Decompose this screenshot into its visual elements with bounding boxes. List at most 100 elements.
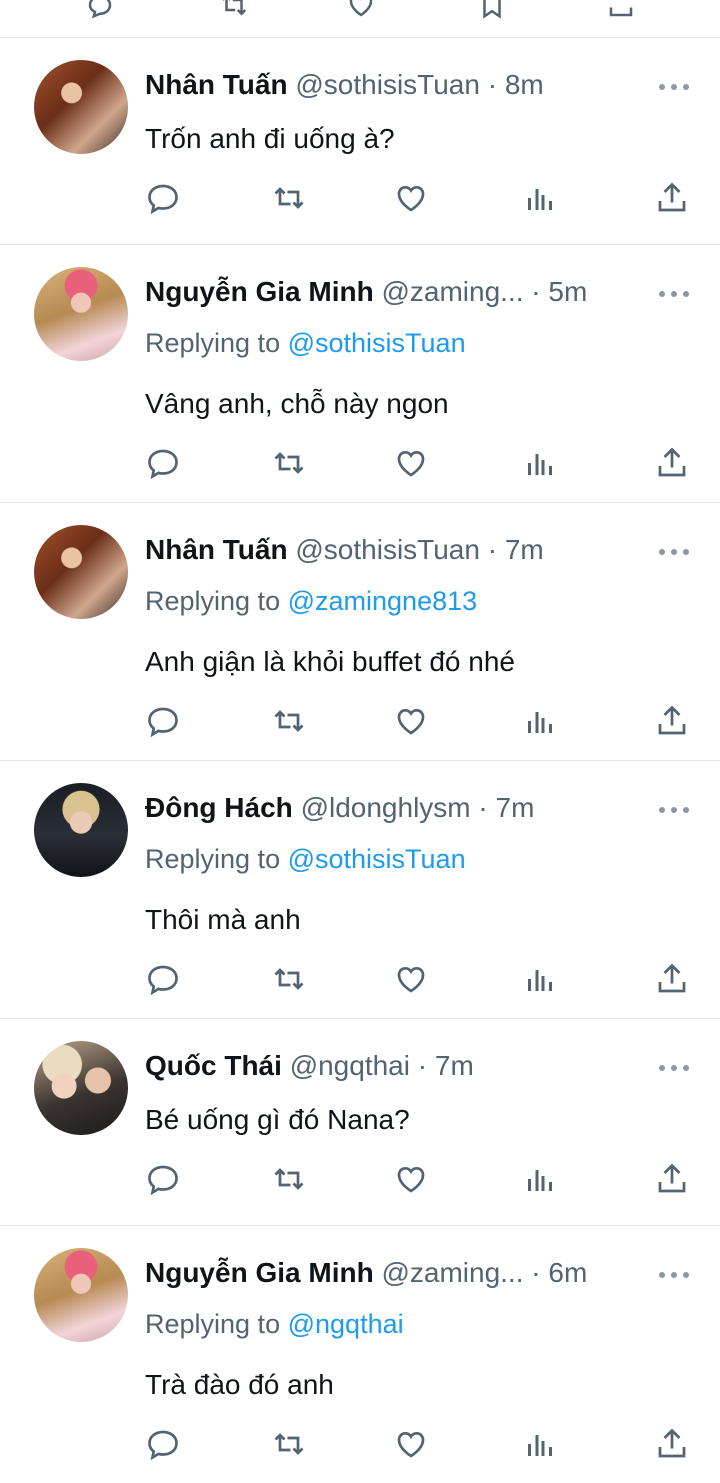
tweet-header: Nhân Tuấn @sothisisTuan · 8m	[145, 68, 544, 102]
more-icon[interactable]	[658, 806, 690, 814]
tweet-header: Nhân Tuấn @sothisisTuan · 7m	[145, 533, 544, 567]
share-icon	[658, 182, 686, 212]
more-icon[interactable]	[658, 290, 690, 298]
mention-link[interactable]: @sothisisTuan	[288, 328, 466, 358]
tweet-text: Bé uống gì đó Nana?	[145, 1104, 410, 1135]
share-icon	[658, 1163, 686, 1193]
analytics-button[interactable]	[522, 1161, 558, 1197]
display-name[interactable]: Đông Hách	[145, 792, 293, 823]
more-icon[interactable]	[658, 1271, 690, 1279]
tweet[interactable]: Đông Hách @ldonghlysm · 7m Replying to @…	[0, 761, 720, 1019]
display-name[interactable]: Nhân Tuấn	[145, 69, 288, 100]
tweet[interactable]: Nguyễn Gia Minh @zaming... · 5m Replying…	[0, 245, 720, 503]
comment-icon	[148, 1430, 178, 1461]
analytics-button[interactable]	[522, 445, 558, 481]
avatar[interactable]	[34, 60, 128, 154]
tweet[interactable]: Nhân Tuấn @sothisisTuan · 8m Trốn anh đi…	[0, 38, 720, 245]
retweet-button[interactable]	[271, 961, 307, 997]
analytics-button[interactable]	[522, 180, 558, 216]
handle[interactable]: @zaming...	[381, 1257, 523, 1288]
tweet-header: Nguyễn Gia Minh @zaming... · 6m	[145, 1256, 587, 1290]
tweet[interactable]: Nguyễn Gia Minh @zaming... · 6m Replying…	[0, 1226, 720, 1483]
avatar[interactable]	[34, 783, 128, 877]
retweet-button[interactable]	[271, 1426, 307, 1462]
share-button[interactable]	[654, 961, 690, 997]
retweet-icon	[274, 710, 304, 732]
avatar[interactable]	[34, 525, 128, 619]
dot-separator: ·	[531, 1257, 541, 1288]
handle[interactable]: @sothisisTuan	[295, 534, 480, 565]
reply-button[interactable]	[145, 961, 181, 997]
timestamp[interactable]: 6m	[548, 1257, 587, 1288]
retweet-button[interactable]	[271, 445, 307, 481]
display-name[interactable]: Nhân Tuấn	[145, 534, 288, 565]
reply-button[interactable]	[145, 703, 181, 739]
replying-to-label: Replying to	[145, 844, 281, 874]
share-icon[interactable]	[603, 0, 639, 20]
retweet-icon[interactable]	[216, 0, 252, 20]
comment-icon	[148, 184, 178, 215]
reply-button[interactable]	[145, 1426, 181, 1462]
retweet-button[interactable]	[271, 1161, 307, 1197]
comment-icon	[148, 449, 178, 480]
comment-icon	[148, 707, 178, 738]
timestamp[interactable]: 5m	[548, 276, 587, 307]
analytics-button[interactable]	[522, 1426, 558, 1462]
replying-to-label: Replying to	[145, 1309, 281, 1339]
share-button[interactable]	[654, 1426, 690, 1462]
mention-link[interactable]: @ngqthai	[288, 1309, 404, 1339]
analytics-button[interactable]	[522, 703, 558, 739]
previous-tweet-actions	[0, 0, 720, 38]
display-name[interactable]: Nguyễn Gia Minh	[145, 1257, 374, 1288]
more-icon[interactable]	[658, 548, 690, 556]
analytics-icon	[528, 712, 552, 733]
tweet-text: Thôi mà anh	[145, 904, 301, 935]
reply-button[interactable]	[145, 1161, 181, 1197]
like-button[interactable]	[393, 1161, 429, 1197]
avatar[interactable]	[34, 1248, 128, 1342]
tweet-header: Quốc Thái @ngqthai · 7m	[145, 1049, 474, 1083]
reply-button[interactable]	[145, 445, 181, 481]
handle[interactable]: @ldonghlysm	[301, 792, 471, 823]
retweet-button[interactable]	[271, 703, 307, 739]
timestamp[interactable]: 7m	[435, 1050, 474, 1081]
avatar[interactable]	[34, 267, 128, 361]
tweet[interactable]: Nhân Tuấn @sothisisTuan · 7m Replying to…	[0, 503, 720, 761]
like-button[interactable]	[393, 961, 429, 997]
display-name[interactable]: Quốc Thái	[145, 1050, 282, 1081]
reply-button[interactable]	[145, 180, 181, 216]
timestamp[interactable]: 7m	[496, 792, 535, 823]
retweet-button[interactable]	[271, 180, 307, 216]
mention-link[interactable]: @sothisisTuan	[288, 844, 466, 874]
comment-icon[interactable]	[85, 0, 115, 20]
avatar[interactable]	[34, 1041, 128, 1135]
more-icon[interactable]	[658, 83, 690, 91]
analytics-button[interactable]	[522, 961, 558, 997]
replying-to: Replying to @zamingne813	[145, 585, 477, 617]
share-button[interactable]	[654, 445, 690, 481]
like-button[interactable]	[393, 703, 429, 739]
share-icon	[658, 1428, 686, 1458]
tweet[interactable]: Quốc Thái @ngqthai · 7m Bé uống gì đó Na…	[0, 1019, 720, 1226]
handle[interactable]: @ngqthai	[290, 1050, 410, 1081]
like-button[interactable]	[393, 180, 429, 216]
handle[interactable]: @zaming...	[381, 276, 523, 307]
handle[interactable]: @sothisisTuan	[295, 69, 480, 100]
timestamp[interactable]: 7m	[505, 534, 544, 565]
display-name[interactable]: Nguyễn Gia Minh	[145, 276, 374, 307]
analytics-icon	[528, 189, 552, 210]
share-button[interactable]	[654, 703, 690, 739]
more-icon[interactable]	[658, 1064, 690, 1072]
share-button[interactable]	[654, 1161, 690, 1197]
timestamp[interactable]: 8m	[505, 69, 544, 100]
replying-to-label: Replying to	[145, 586, 281, 616]
share-button[interactable]	[654, 180, 690, 216]
heart-icon	[397, 967, 425, 993]
retweet-icon	[274, 452, 304, 474]
bookmark-icon[interactable]	[474, 0, 510, 20]
like-button[interactable]	[393, 445, 429, 481]
like-button[interactable]	[393, 1426, 429, 1462]
heart-icon[interactable]	[346, 0, 376, 20]
replying-to: Replying to @sothisisTuan	[145, 843, 466, 875]
mention-link[interactable]: @zamingne813	[288, 586, 478, 616]
